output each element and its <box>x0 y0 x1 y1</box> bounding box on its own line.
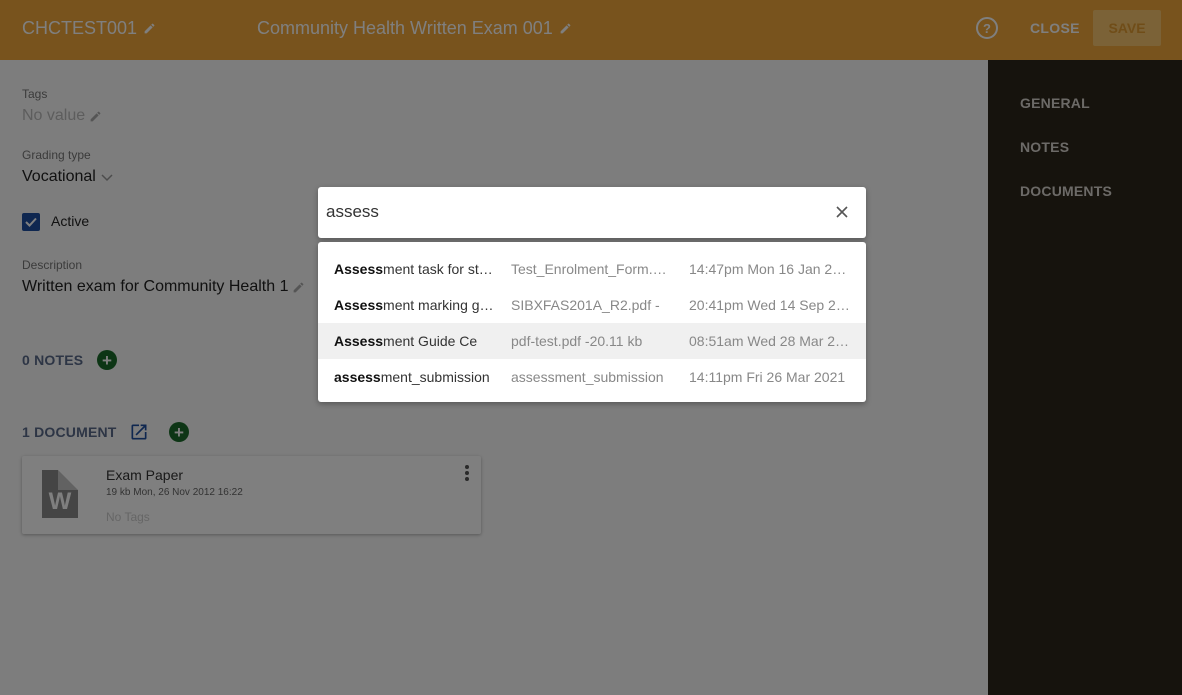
search-result-row[interactable]: Assessment Guide Ce pdf-test.pdf -20.11 … <box>318 323 866 359</box>
result-date: 14:47pm Mon 16 Jan 2023 <box>689 261 851 277</box>
result-file: assessment_submission <box>511 369 664 385</box>
result-date: 08:51am Wed 28 Mar 2018 <box>689 333 851 349</box>
search-input[interactable] <box>326 200 816 224</box>
result-name: ment_submission <box>380 369 490 385</box>
result-date: 14:11pm Fri 26 Mar 2021 <box>689 369 846 385</box>
result-file: Test_Enrolment_Form.pdf <box>511 261 671 277</box>
close-icon[interactable] <box>834 204 850 220</box>
search-result-row[interactable]: Assessment task for students to complete… <box>318 251 866 287</box>
search-dialog <box>318 187 866 238</box>
result-file: SIBXFAS201A_R2.pdf - <box>511 297 660 313</box>
result-match: Assess <box>334 261 384 277</box>
result-file: pdf-test.pdf -20.11 kb <box>511 333 643 349</box>
result-date: 20:41pm Wed 14 Sep 2022 <box>689 297 851 313</box>
search-result-row[interactable]: assessment_submission assessment_submiss… <box>318 359 866 395</box>
result-name: ment task for students to complete <box>383 261 496 277</box>
result-match: assess <box>334 369 381 385</box>
result-match: Assess <box>334 297 384 313</box>
search-result-row[interactable]: Assessment marking guide SIBXFAS201A_R2.… <box>318 287 866 323</box>
result-name: ment Guide Ce <box>383 333 478 349</box>
result-name: ment marking guide <box>383 297 496 313</box>
result-match: Assess <box>334 333 384 349</box>
search-results: Assessment task for students to complete… <box>318 242 866 402</box>
